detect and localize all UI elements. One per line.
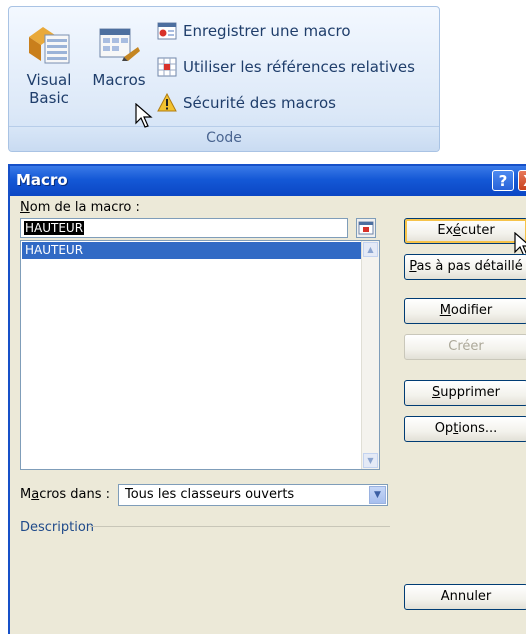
macro-dialog: Macro ? X Nom de la macro : HAUTEUR HAUT…: [8, 164, 526, 634]
macros-icon: [99, 28, 140, 61]
chevron-down-icon[interactable]: ▼: [369, 486, 386, 504]
description-divider: [90, 526, 390, 527]
macro-name-value: HAUTEUR: [24, 221, 85, 235]
create-button[interactable]: Créer: [404, 334, 526, 360]
relative-references-label: Utiliser les références relatives: [183, 58, 415, 76]
list-item[interactable]: HAUTEUR: [22, 242, 362, 259]
macro-name-input[interactable]: HAUTEUR: [20, 218, 348, 238]
macro-name-label: Nom de la macro :: [20, 200, 140, 215]
delete-button[interactable]: Supprimer: [404, 380, 526, 406]
close-button[interactable]: X: [518, 170, 526, 191]
record-macro-button[interactable]: Enregistrer une macro: [157, 19, 351, 43]
relative-references-button[interactable]: Utiliser les références relatives: [157, 55, 415, 79]
reference-picker-icon: [358, 221, 374, 235]
macro-security-label: Sécurité des macros: [183, 94, 336, 112]
options-button[interactable]: Options...: [404, 416, 526, 442]
macros-button[interactable]: Macros: [85, 21, 153, 89]
record-macro-label: Enregistrer une macro: [183, 22, 351, 40]
group-label-code: Code: [9, 126, 439, 151]
help-button[interactable]: ?: [492, 170, 514, 191]
reference-picker-button[interactable]: [356, 218, 376, 238]
macros-label: Macros: [92, 71, 146, 89]
macro-list[interactable]: HAUTEUR ▲ ▼: [20, 240, 380, 470]
cancel-button[interactable]: Annuler: [404, 584, 526, 610]
execute-button[interactable]: Exécuter: [404, 218, 526, 244]
scroll-up-arrow[interactable]: ▲: [363, 242, 378, 257]
visual-basic-icon: [29, 27, 70, 64]
macros-in-value: Tous les classeurs ouverts: [125, 487, 295, 502]
description-label: Description: [20, 520, 95, 535]
macro-security-button[interactable]: Sécurité des macros: [157, 91, 336, 115]
modify-button[interactable]: Modifier: [404, 298, 526, 324]
warning-icon: [157, 93, 177, 112]
relative-references-icon: [157, 57, 177, 77]
macros-in-select[interactable]: Tous les classeurs ouverts ▼: [118, 484, 388, 506]
cursor-icon: [135, 103, 153, 128]
macros-in-label: Macros dans :: [20, 487, 110, 502]
dialog-titlebar: Macro ? X: [10, 166, 526, 196]
scroll-down-arrow[interactable]: ▼: [363, 453, 378, 468]
list-scrollbar[interactable]: ▲ ▼: [361, 241, 379, 469]
ribbon-code-group: Visual Basic Macros Enregistrer une macr…: [8, 6, 440, 152]
step-into-button[interactable]: Pas à pas détaillé: [404, 254, 526, 280]
visual-basic-button[interactable]: Visual Basic: [17, 21, 81, 107]
dialog-title: Macro: [16, 171, 68, 189]
visual-basic-label: Visual Basic: [26, 71, 72, 107]
record-macro-icon: [157, 22, 177, 40]
